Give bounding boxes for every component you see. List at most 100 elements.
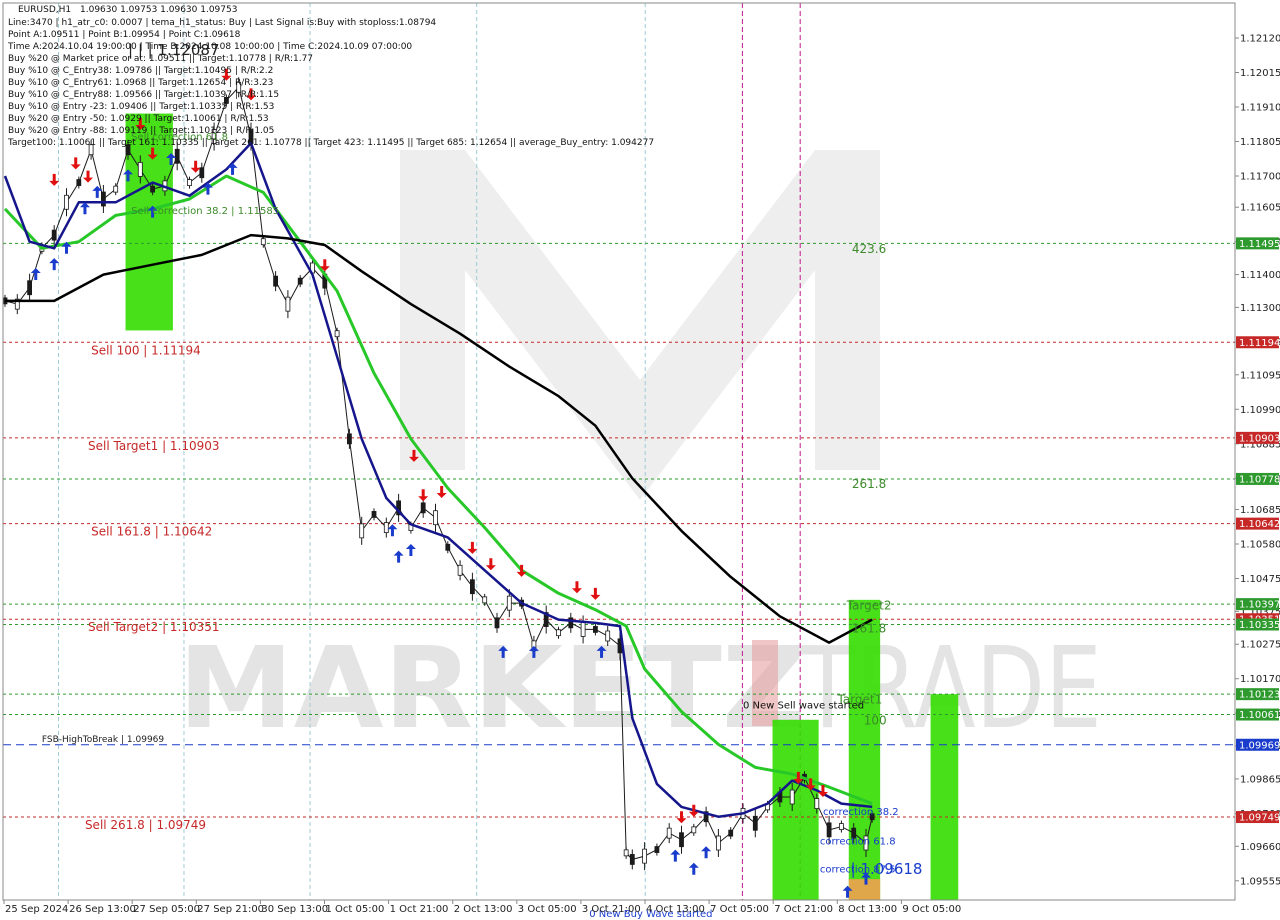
info-line: Buy %20 @ Market price or at: 1.09511 ||…	[8, 54, 313, 64]
x-tick-label: 25 Sep 2024	[5, 904, 68, 915]
candle-body	[654, 846, 660, 853]
signal-zone	[772, 719, 819, 900]
candle-body	[623, 849, 629, 857]
candle-body	[199, 167, 205, 179]
candle-body	[839, 823, 844, 830]
y-tick-label: 1.11700	[1240, 171, 1280, 182]
annotation-label: Sell correction 38.2 | 1.11585	[131, 206, 279, 217]
candle-body	[137, 162, 143, 177]
candle-body	[51, 229, 57, 241]
candle-body	[482, 596, 488, 604]
candle-body	[679, 832, 684, 848]
candle-body	[150, 185, 156, 193]
level-label: Sell 261.8 | 1.09749	[85, 818, 206, 832]
candle-body	[297, 277, 303, 285]
candle-body	[64, 194, 69, 210]
info-line: Point A:1.09511 | Point B:1.09954 | Poin…	[8, 30, 241, 40]
candle-body	[334, 330, 340, 338]
y-tick-label: 1.10685	[1240, 505, 1280, 516]
signal-zone	[848, 879, 881, 900]
x-tick-label: 1 Oct 21:00	[390, 904, 449, 915]
info-line: Buy %20 @ Entry -88: 1.09119 || Target:1…	[8, 126, 274, 136]
candle-body	[346, 433, 352, 445]
annotation-label: 0 New Sell wave started	[743, 700, 864, 711]
candle-body	[76, 179, 82, 186]
level-label: Sell Target1 | 1.10903	[88, 439, 220, 453]
y-tick-label: 1.12120	[1240, 34, 1280, 45]
x-tick-label: 27 Sep 21:00	[197, 904, 264, 915]
fib-label: 100	[864, 714, 887, 728]
price-tag-label: 1.09969	[1239, 740, 1280, 751]
y-tick-label: 1.11605	[1240, 203, 1280, 214]
price-tag-label: 1.10335	[1239, 620, 1280, 631]
candle-body	[593, 626, 598, 633]
x-tick-label: 26 Sep 13:00	[69, 904, 136, 915]
y-tick-label: 1.09555	[1240, 876, 1280, 887]
annotation-label: | 1.09618	[851, 860, 923, 878]
fib-label: 161.8	[852, 622, 886, 636]
candle-body	[101, 191, 106, 207]
candle-body	[605, 630, 611, 642]
level-label: FSB-HighToBreak | 1.09969	[42, 735, 164, 745]
x-tick-label: 30 Sep 13:00	[261, 904, 328, 915]
y-tick-label: 1.09660	[1240, 842, 1280, 853]
candle-body	[716, 835, 721, 851]
candle-body	[494, 617, 500, 629]
fib-label: Target2	[846, 599, 892, 613]
candle-body	[27, 280, 33, 296]
signal-zone	[930, 694, 959, 900]
symbol-label: EURUSD,H1	[18, 5, 71, 15]
price-tag-label: 1.11495	[1239, 239, 1280, 250]
candle-body	[273, 275, 279, 287]
x-tick-label: 8 Oct 13:00	[838, 904, 897, 915]
y-tick-label: 1.12015	[1240, 68, 1280, 79]
price-tag-label: 1.10397	[1239, 600, 1280, 611]
watermark-text: MARKETZ	[178, 624, 806, 754]
price-chart: MARKETZ TRADE Sell 100 | 1.11194Sell Tar…	[0, 0, 1280, 920]
x-tick-label: 7 Oct 05:00	[710, 904, 769, 915]
y-tick-label: 1.11805	[1240, 137, 1280, 148]
candle-body	[691, 826, 697, 834]
candle-body	[445, 543, 451, 551]
y-tick-label: 1.10580	[1240, 539, 1280, 550]
candle-body	[420, 502, 426, 514]
annotation-label: correction 38.2	[823, 807, 899, 818]
x-tick-label: 7 Oct 21:00	[774, 904, 833, 915]
x-tick-label: 1 Oct 05:00	[326, 904, 385, 915]
ohlc-label: 1.09630 1.09753 1.09630 1.09753	[80, 5, 237, 15]
info-line: Buy %10 @ C_Entry88: 1.09566 || Target:1…	[8, 90, 279, 100]
price-tag-label: 1.10123	[1239, 690, 1280, 701]
level-label: Sell 100 | 1.11194	[91, 343, 201, 357]
candle-body	[469, 579, 475, 595]
candle-body	[187, 179, 192, 186]
y-tick-label: 1.11910	[1240, 102, 1280, 113]
info-line: Buy %10 @ C_Entry38: 1.09786 || Target:1…	[8, 66, 273, 76]
candle-body	[359, 523, 365, 539]
candle-body	[371, 511, 377, 518]
candle-body	[666, 827, 672, 839]
y-tick-label: 1.11095	[1240, 370, 1280, 381]
candle-body	[113, 185, 119, 193]
x-tick-label: 3 Oct 21:00	[582, 904, 641, 915]
candle-body	[826, 822, 832, 838]
x-tick-label: 3 Oct 05:00	[518, 904, 577, 915]
y-tick-label: 1.11400	[1240, 270, 1280, 281]
y-tick-label: 1.10275	[1240, 640, 1280, 651]
info-line: Time A:2024.10.04 19:00:00 | Time B:2024…	[7, 42, 412, 52]
candle-body	[433, 510, 438, 526]
candle-body	[383, 522, 389, 533]
candle-body	[285, 296, 291, 312]
candle-body	[457, 564, 463, 576]
candle-body	[629, 854, 635, 865]
signal-zone	[848, 599, 881, 900]
fib-label: 261.8	[852, 477, 886, 491]
candle-body	[642, 848, 647, 864]
candle-body	[580, 622, 586, 637]
level-label: Sell 161.8 | 1.10642	[91, 525, 212, 539]
candle-body	[752, 815, 758, 831]
info-line: Target100: 1.10061 || Target 161: 1.1033…	[7, 138, 654, 148]
x-tick-label: 2 Oct 13:00	[454, 904, 513, 915]
price-tag-label: 1.10061	[1239, 710, 1280, 721]
level-label: Sell Target2 | 1.10351	[88, 620, 220, 634]
x-tick-label: 9 Oct 05:00	[902, 904, 961, 915]
